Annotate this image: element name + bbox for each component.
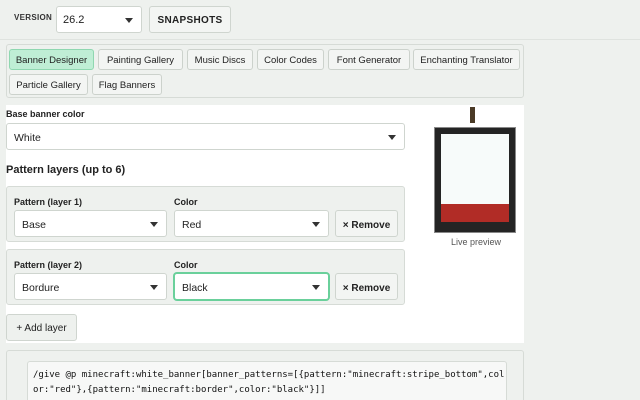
pattern-select[interactable]: Bordure	[14, 273, 167, 300]
layers-title: Pattern layers (up to 6)	[6, 164, 126, 176]
color-value: Red	[182, 219, 202, 231]
banner-stripe	[441, 204, 509, 222]
preview-caption: Live preview	[450, 237, 502, 247]
tab-font-generator[interactable]: Font Generator	[328, 49, 410, 70]
version-select[interactable]: 26.2	[56, 6, 142, 33]
snapshots-button[interactable]: SNAPSHOTS	[149, 6, 231, 33]
banner-frame	[434, 127, 516, 233]
pattern-label: Pattern (layer 2)	[14, 260, 83, 270]
remove-layer-button[interactable]: × Remove	[335, 273, 398, 300]
banner-image	[441, 134, 509, 222]
tab-painting-gallery[interactable]: Painting Gallery	[98, 49, 183, 70]
base-color-value: White	[14, 132, 41, 144]
layer-row: Pattern (layer 2) Bordure Color Black × …	[6, 249, 405, 305]
color-label: Color	[174, 197, 198, 207]
tool-tabs: Banner Designer Painting Gallery Music D…	[6, 44, 524, 98]
tab-particle-gallery[interactable]: Particle Gallery	[9, 74, 88, 95]
pattern-select[interactable]: Base	[14, 210, 167, 237]
command-output: /give @p minecraft:white_banner[banner_p…	[6, 350, 524, 400]
chevron-down-icon	[388, 135, 396, 140]
chevron-down-icon	[312, 285, 320, 290]
banner-preview: Live preview	[428, 105, 524, 255]
chevron-down-icon	[312, 222, 320, 227]
color-label: Color	[174, 260, 198, 270]
version-value: 26.2	[63, 14, 85, 26]
tab-enchanting-translator[interactable]: Enchanting Translator	[413, 49, 520, 70]
give-command-text[interactable]: /give @p minecraft:white_banner[banner_p…	[27, 361, 507, 400]
base-color-label: Base banner color	[6, 109, 85, 119]
pattern-value: Bordure	[22, 282, 60, 294]
base-color-select[interactable]: White	[6, 123, 405, 150]
chevron-down-icon	[125, 18, 133, 23]
tab-flag-banners[interactable]: Flag Banners	[92, 74, 162, 95]
banner-designer-panel: Base banner color White Pattern layers (…	[6, 105, 524, 343]
tab-color-codes[interactable]: Color Codes	[257, 49, 324, 70]
tab-banner-designer[interactable]: Banner Designer	[9, 49, 94, 70]
layer-row: Pattern (layer 1) Base Color Red × Remov…	[6, 186, 405, 242]
pattern-value: Base	[22, 219, 46, 231]
tab-music-discs[interactable]: Music Discs	[187, 49, 253, 70]
pattern-label: Pattern (layer 1)	[14, 197, 83, 207]
remove-layer-button[interactable]: × Remove	[335, 210, 398, 237]
chevron-down-icon	[150, 222, 158, 227]
version-label: VERSION	[14, 13, 53, 22]
color-value: Black	[182, 282, 208, 294]
chevron-down-icon	[150, 285, 158, 290]
banner-pole	[470, 107, 475, 123]
top-bar: VERSION 26.2 SNAPSHOTS	[0, 0, 640, 40]
color-select[interactable]: Black	[174, 273, 329, 300]
add-layer-button[interactable]: + Add layer	[6, 314, 77, 341]
color-select[interactable]: Red	[174, 210, 329, 237]
